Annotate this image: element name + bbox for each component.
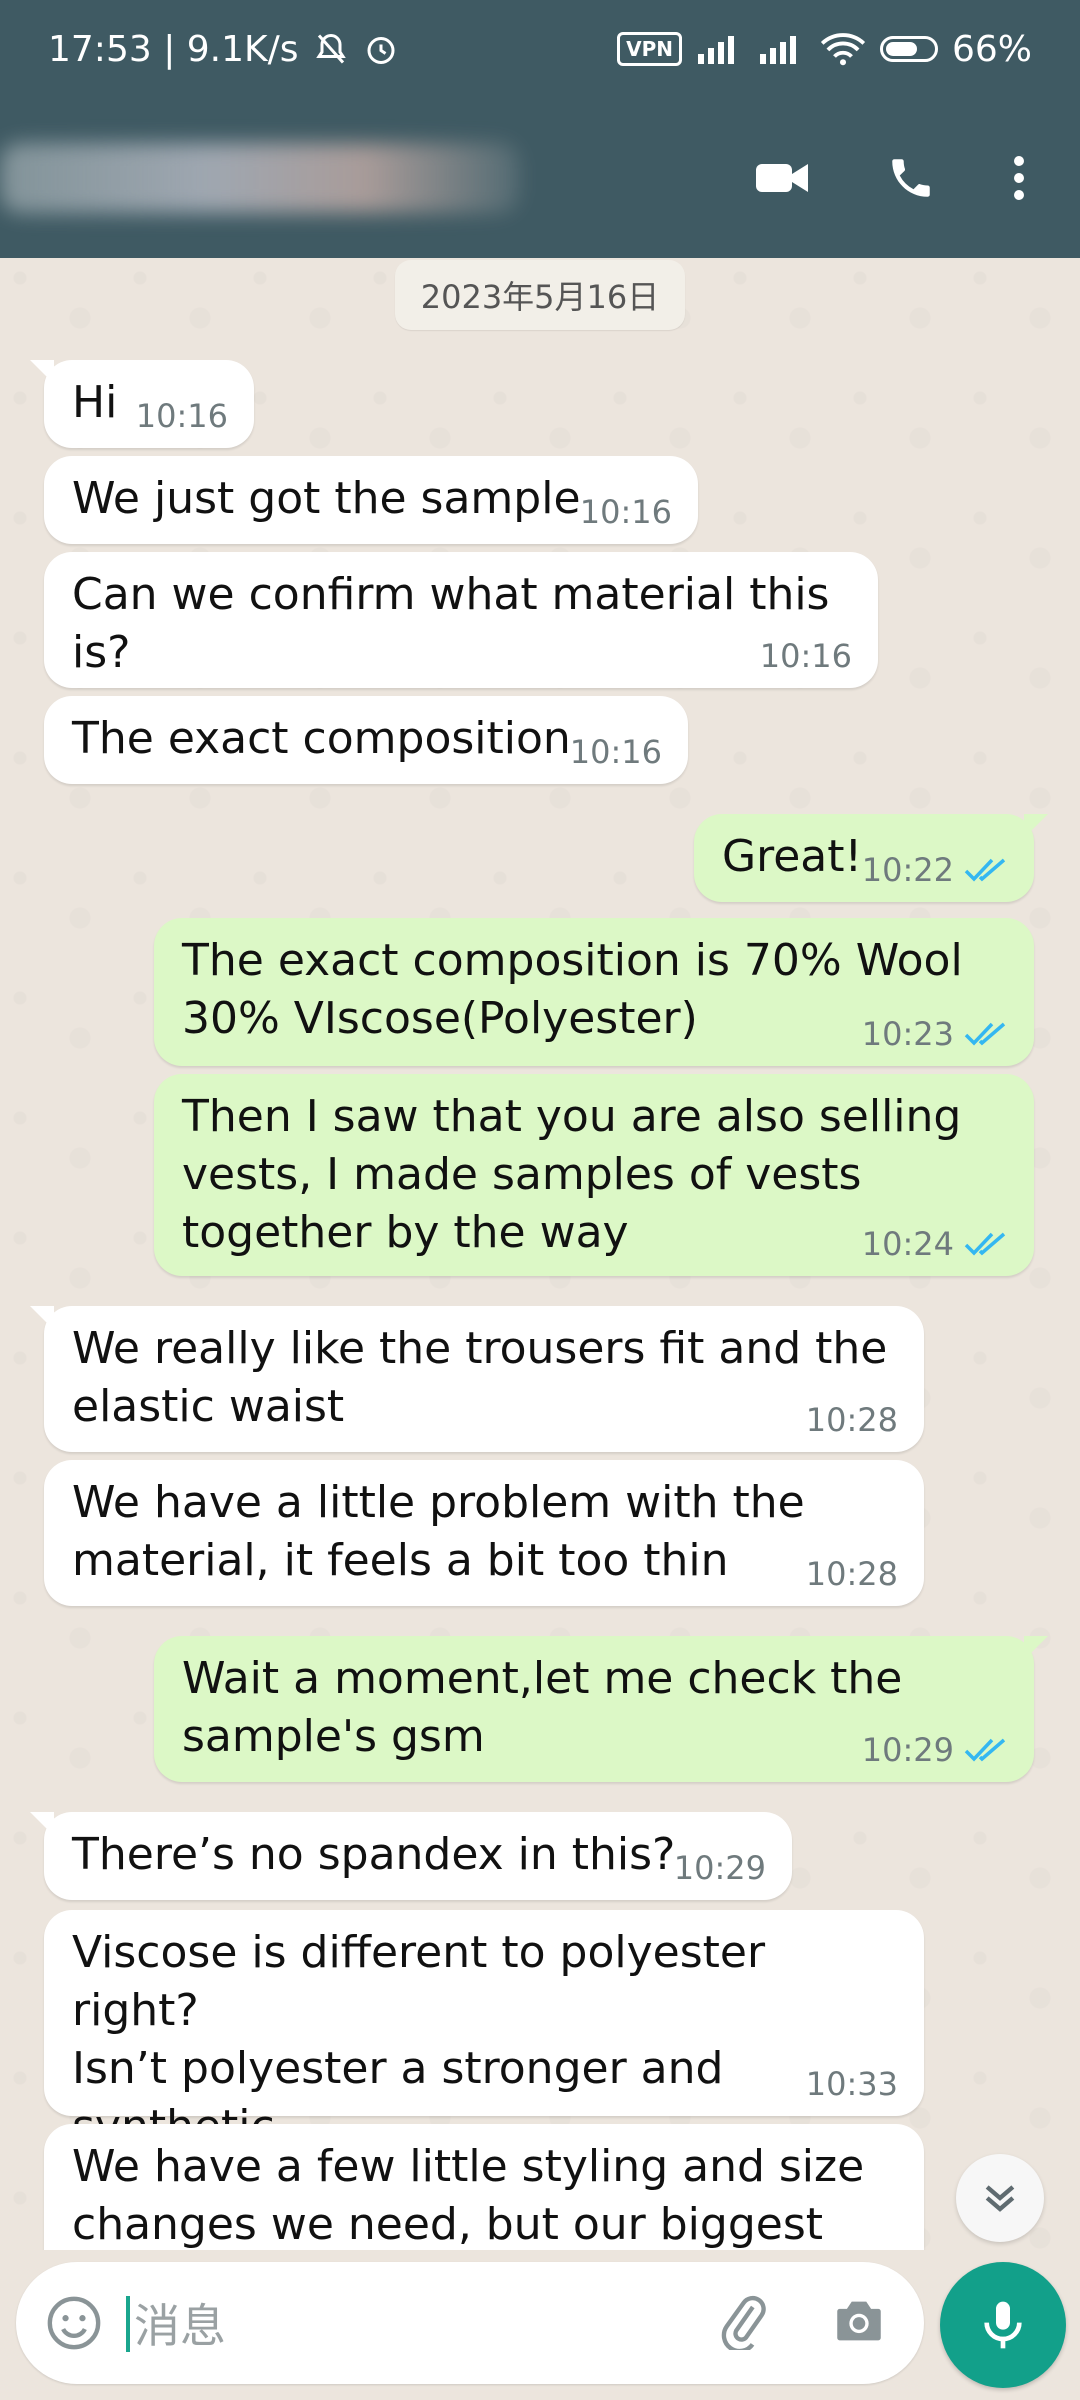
message-time: 10:28 xyxy=(805,1555,898,1593)
message-time: 10:29 xyxy=(673,1849,766,1887)
message-meta: 10:16 xyxy=(136,396,228,436)
status-time-speed: 17:53 | 9.1K/s xyxy=(48,28,299,70)
message-incoming[interactable]: The exact composition 10:16 xyxy=(44,696,688,784)
contact-name-blurred[interactable] xyxy=(0,143,520,213)
message-time: 10:23 xyxy=(861,1015,954,1053)
message-text: We have a few little styling and size ch… xyxy=(72,2141,865,2250)
double-check-icon xyxy=(964,1022,1006,1046)
message-incoming[interactable]: We really like the trousers fit and the … xyxy=(30,1306,924,1452)
message-incoming[interactable]: We have a little problem with the materi… xyxy=(44,1460,924,1606)
message-text: We really like the trousers fit and the … xyxy=(72,1323,888,1432)
message-meta: 10:29 xyxy=(862,1730,1008,1770)
message-meta: 10:23 xyxy=(862,1014,1008,1054)
message-incoming[interactable]: We just got the sample 10:16 xyxy=(44,456,698,544)
vpn-badge: VPN xyxy=(617,32,682,66)
message-meta: 10:16 xyxy=(570,732,662,772)
message-meta: 10:16 xyxy=(760,636,852,676)
alarm-icon xyxy=(363,31,399,67)
message-meta: 10:28 xyxy=(806,1554,898,1594)
message-incoming[interactable]: Hi 10:16 xyxy=(30,360,254,448)
message-meta: 10:24 xyxy=(862,1224,1008,1264)
message-meta: 10:33 xyxy=(806,2064,898,2104)
signal-icon-2 xyxy=(758,32,806,66)
silent-bell-icon xyxy=(313,31,349,67)
message-composer: 消息 xyxy=(16,2262,924,2384)
emoji-icon[interactable] xyxy=(44,2293,104,2353)
message-time: 10:16 xyxy=(759,637,852,675)
double-check-icon xyxy=(964,1738,1006,1762)
message-text: We have a little problem with the materi… xyxy=(72,1477,805,1586)
message-time: 10:22 xyxy=(861,851,954,889)
message-outgoing[interactable]: Then I saw that you are also selling ves… xyxy=(154,1074,1034,1276)
message-incoming[interactable]: We have a few little styling and size ch… xyxy=(44,2124,924,2250)
message-time: 10:24 xyxy=(861,1225,954,1263)
message-outgoing[interactable]: Wait a moment,let me check the sample's … xyxy=(154,1636,1048,1782)
message-meta: 10:29 xyxy=(674,1848,766,1888)
attach-icon[interactable] xyxy=(714,2292,772,2354)
microphone-icon xyxy=(984,2301,1022,2349)
message-incoming[interactable]: Viscose is different to polyester right?… xyxy=(44,1910,924,2210)
status-left: 17:53 | 9.1K/s xyxy=(48,29,399,70)
message-input-placeholder: 消息 xyxy=(134,2299,226,2353)
message-time: 10:16 xyxy=(569,733,662,771)
more-vert-icon[interactable] xyxy=(1012,153,1026,203)
message-time: 10:16 xyxy=(579,493,672,531)
message-meta: 10:28 xyxy=(806,1400,898,1440)
camera-icon[interactable] xyxy=(830,2292,888,2354)
double-check-icon xyxy=(964,1232,1006,1256)
message-incoming[interactable]: Can we confirm what material this is? 10… xyxy=(44,552,878,688)
date-separator: 2023年5月16日 xyxy=(395,260,685,330)
header-actions xyxy=(754,153,1050,203)
video-camera-icon[interactable] xyxy=(754,158,810,198)
status-right: VPN 66% xyxy=(617,29,1032,70)
text-caret xyxy=(126,2296,130,2352)
message-incoming[interactable]: There’s no spandex in this? 10:29 xyxy=(30,1812,792,1900)
voice-record-button[interactable] xyxy=(940,2262,1066,2388)
message-meta: 10:16 xyxy=(580,492,672,532)
phone-icon[interactable] xyxy=(886,153,936,203)
battery-percent: 66% xyxy=(951,28,1032,70)
message-time: 10:28 xyxy=(805,1401,898,1439)
chat-header xyxy=(0,98,1080,258)
chevron-double-down-icon xyxy=(985,2185,1015,2212)
wifi-icon xyxy=(820,32,866,66)
composer-actions xyxy=(714,2292,896,2354)
message-input[interactable]: 消息 xyxy=(126,2290,714,2356)
message-time: 10:33 xyxy=(805,2065,898,2103)
message-outgoing[interactable]: Great! 10:22 xyxy=(694,814,1048,902)
battery-icon xyxy=(879,36,938,62)
message-time: 10:16 xyxy=(135,397,228,435)
message-outgoing[interactable]: The exact composition is 70% Wool 30% VI… xyxy=(154,918,1034,1066)
status-bar: 17:53 | 9.1K/s VPN 66% xyxy=(0,0,1080,98)
signal-icon xyxy=(696,32,744,66)
scroll-to-bottom-button[interactable] xyxy=(956,2154,1044,2242)
message-meta: 10:22 xyxy=(862,850,1008,890)
message-text: There’s no spandex in this? xyxy=(72,1829,676,1880)
double-check-icon xyxy=(964,858,1006,882)
message-text: Can we confirm what material this is? xyxy=(72,569,830,678)
message-time: 10:29 xyxy=(861,1731,954,1769)
chat-area[interactable]: 2023年5月16日 Hi 10:16 We just got the samp… xyxy=(0,258,1080,2250)
